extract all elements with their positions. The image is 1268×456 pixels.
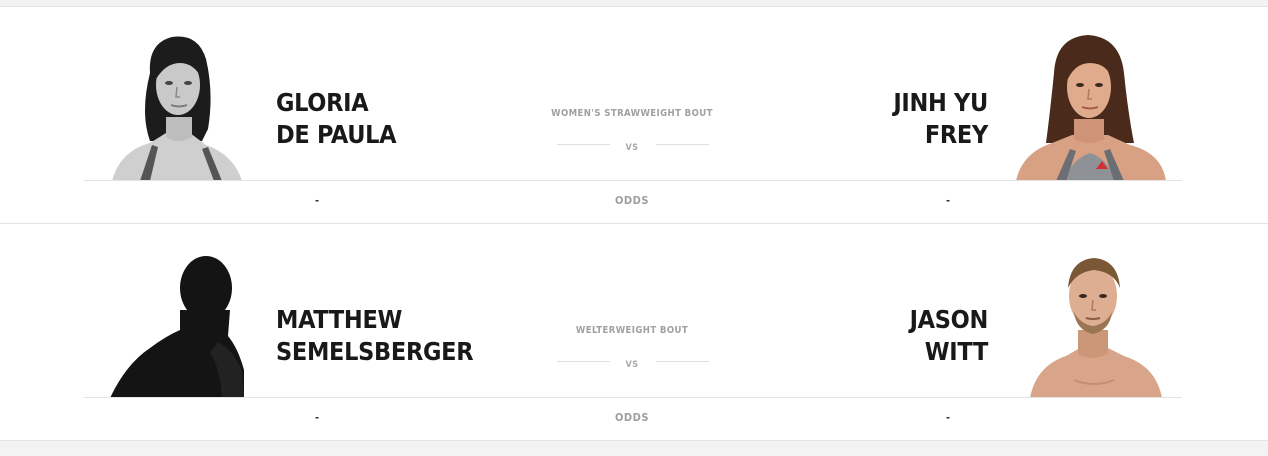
vs-line-left [557, 144, 610, 145]
vs-line-right [656, 144, 709, 145]
odds-row: - ODDS - [0, 190, 1268, 214]
vs-label: VS [625, 360, 639, 370]
blue-corner-first-name: JASON [909, 305, 989, 334]
red-corner-fighter-name[interactable]: MATTHEW SEMELSBERGER [276, 304, 474, 368]
red-corner-fighter-photo[interactable] [110, 250, 244, 398]
bout-info: WELTERWEIGHT BOUT VS [532, 324, 732, 370]
blue-corner-fighter-photo[interactable] [1016, 33, 1168, 181]
vs-line-right [656, 361, 709, 362]
odds-divider [84, 397, 1182, 398]
blue-corner-last-name: FREY [924, 120, 988, 149]
vs-label: VS [625, 143, 639, 153]
red-corner-fighter-name[interactable]: GLORIA DE PAULA [276, 87, 397, 151]
odds-divider [84, 180, 1182, 181]
weight-class-label: WELTERWEIGHT BOUT [575, 325, 689, 336]
red-corner-fighter-photo[interactable] [110, 33, 244, 181]
red-corner-odds: - [314, 411, 320, 424]
red-corner-first-name: GLORIA [276, 88, 369, 117]
vs-separator: VS [532, 137, 732, 153]
blue-corner-fighter-name[interactable]: JINH YU FREY [893, 87, 988, 151]
fight-card[interactable]: MATTHEW SEMELSBERGER WELTERWEIGHT BOUT V… [0, 223, 1268, 441]
red-corner-first-name: MATTHEW [276, 305, 403, 334]
blue-corner-fighter-name[interactable]: JASON WITT [909, 304, 989, 368]
odds-row: - ODDS - [0, 407, 1268, 431]
odds-label: ODDS [615, 411, 649, 424]
vs-separator: VS [532, 354, 732, 370]
weight-class-label: WOMEN'S STRAWWEIGHT BOUT [551, 108, 713, 119]
red-corner-odds: - [314, 194, 320, 207]
odds-label: ODDS [615, 194, 649, 207]
blue-corner-fighter-photo[interactable] [1016, 250, 1168, 398]
red-corner-last-name: SEMELSBERGER [276, 337, 474, 366]
red-corner-last-name: DE PAULA [276, 120, 397, 149]
blue-corner-last-name: WITT [924, 337, 989, 366]
blue-corner-first-name: JINH YU [893, 88, 988, 117]
fight-card[interactable]: GLORIA DE PAULA WOMEN'S STRAWWEIGHT BOUT… [0, 6, 1268, 224]
bout-info: WOMEN'S STRAWWEIGHT BOUT VS [532, 107, 732, 153]
vs-line-left [557, 361, 610, 362]
blue-corner-odds: - [945, 194, 951, 207]
blue-corner-odds: - [945, 411, 951, 424]
